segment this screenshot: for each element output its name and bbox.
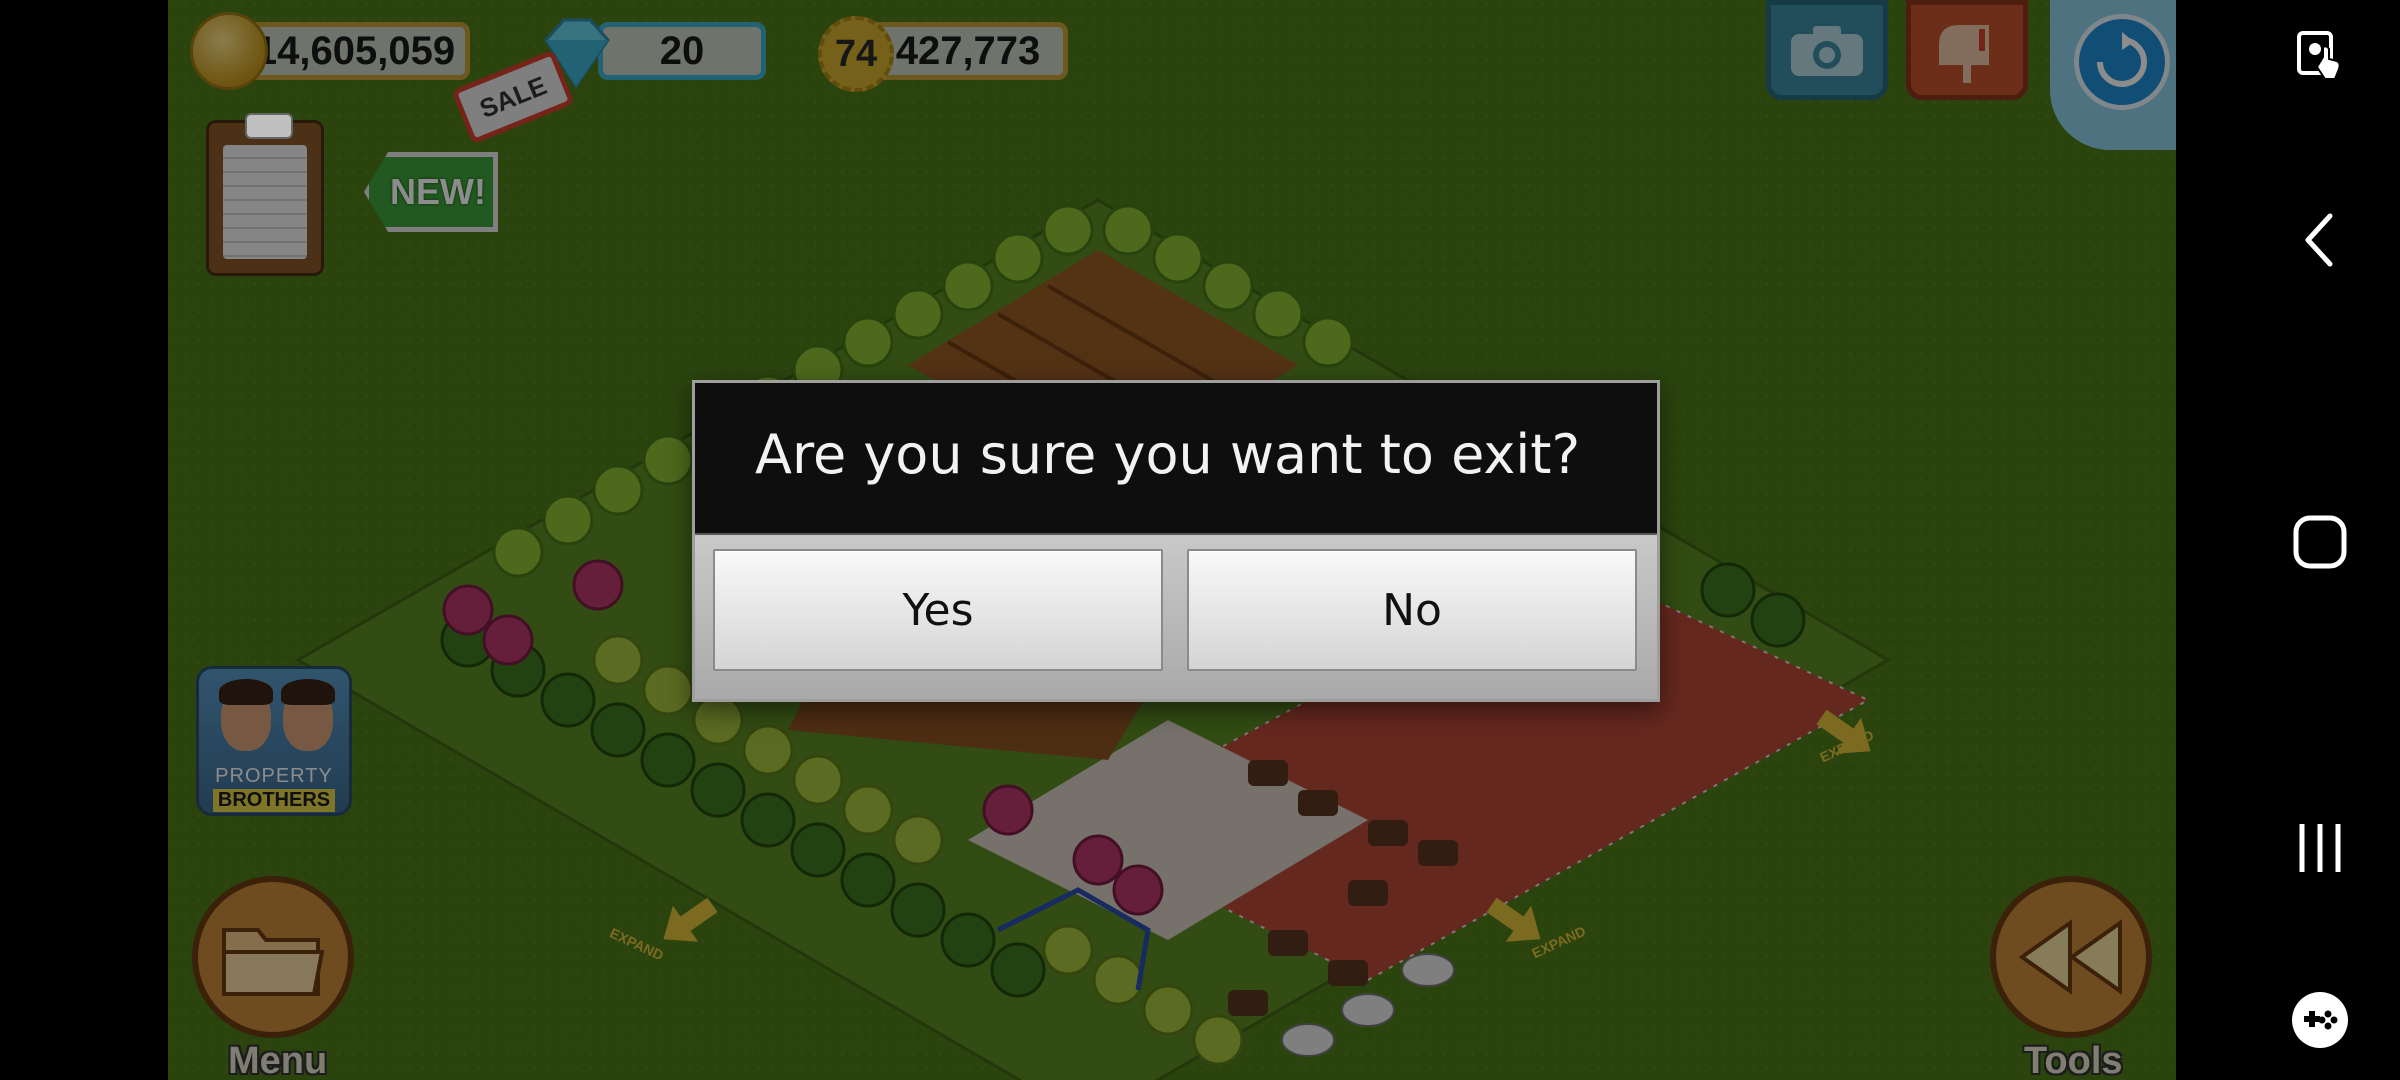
back-button[interactable]	[2290, 210, 2350, 270]
recents-icon	[2299, 824, 2341, 872]
left-black-bar	[0, 0, 168, 1080]
exit-dialog: Are you sure you want to exit? Yes No	[692, 380, 1660, 702]
screen-touch-icon	[2297, 31, 2341, 80]
screen-touch-button[interactable]	[2290, 26, 2350, 86]
dialog-buttons: Yes No	[695, 535, 1657, 699]
back-icon	[2305, 213, 2333, 267]
home-icon	[2293, 515, 2347, 569]
no-button[interactable]: No	[1187, 549, 1637, 671]
dialog-header: Are you sure you want to exit?	[695, 383, 1657, 535]
dialog-title: Are you sure you want to exit?	[755, 423, 1581, 486]
recents-button[interactable]	[2290, 818, 2350, 878]
home-button[interactable]	[2290, 512, 2350, 572]
yes-button[interactable]: Yes	[713, 549, 1163, 671]
game-tools-icon	[2292, 992, 2348, 1048]
game-tools-button[interactable]	[2290, 990, 2350, 1050]
game-view[interactable]: EXPAND EXPAND EXPAND 14,605,059 20 427,7…	[168, 0, 2176, 1080]
system-nav-bar	[2176, 0, 2400, 1080]
